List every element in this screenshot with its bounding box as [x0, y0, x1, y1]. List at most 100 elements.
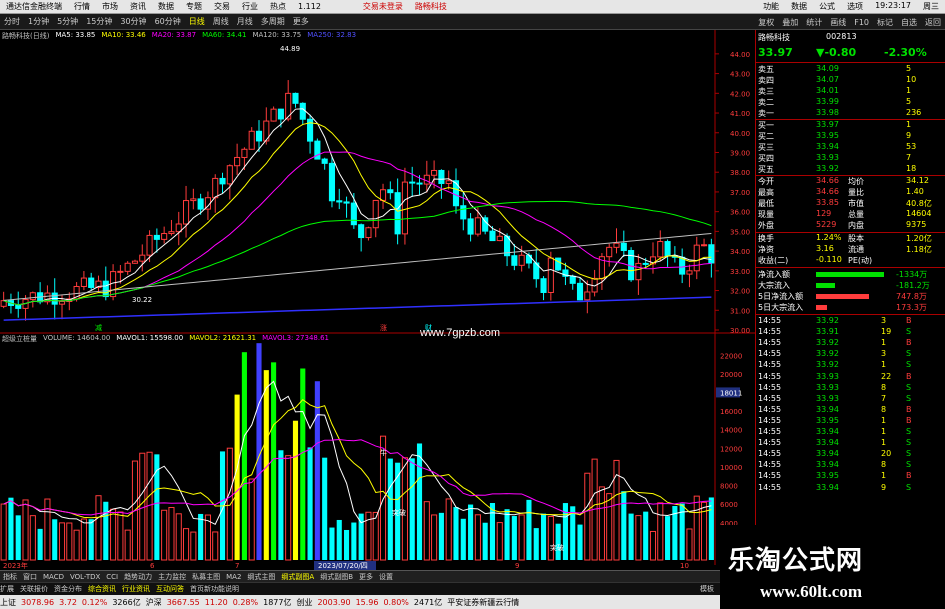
indicator-tab-2[interactable]: MACD: [40, 571, 67, 582]
tick-row-14[interactable]: 14:55 33.95 1 B: [756, 471, 945, 482]
period-button-0[interactable]: 分时: [0, 16, 24, 27]
tick-row-3[interactable]: 14:55 33.92 3 S: [756, 349, 945, 360]
flow-row-1[interactable]: 大宗流入 -181.2万: [756, 280, 945, 291]
stat2-row-0[interactable]: 换手 1.24% 股本 1.20亿: [756, 233, 945, 244]
indicator-tab-1[interactable]: 窗口: [20, 571, 40, 582]
tick-row-2[interactable]: 14:55 33.92 1 B: [756, 338, 945, 349]
period-button-5[interactable]: 60分钟: [151, 16, 185, 27]
toolbar-button-5[interactable]: 标记: [873, 17, 897, 28]
info-tab-2[interactable]: 资金分布: [54, 584, 82, 594]
login-status[interactable]: 交易未登录: [357, 1, 409, 12]
bid-row-4[interactable]: 买五 33.92 18: [756, 164, 945, 175]
indicator-tab-8[interactable]: MA2: [223, 571, 244, 582]
menu-item-2[interactable]: 市场: [96, 1, 124, 12]
toolbar-button-4[interactable]: F10: [850, 18, 873, 27]
tick-row-13[interactable]: 14:55 33.94 8 S: [756, 460, 945, 471]
period-button-1[interactable]: 1分钟: [24, 16, 53, 27]
tick-row-5[interactable]: 14:55 33.93 22 B: [756, 372, 945, 383]
stock-header[interactable]: 路畅科技 002813: [756, 32, 945, 43]
indicator-tab-11[interactable]: 纲式副图B: [317, 571, 356, 582]
tick-row-10[interactable]: 14:55 33.94 1 S: [756, 427, 945, 438]
ask-row-1[interactable]: 卖四 34.07 10: [756, 75, 945, 86]
stat-row-0[interactable]: 今开 34.66 均价 34.12: [756, 176, 945, 187]
menu-item-0[interactable]: 通达信金融终端: [0, 1, 68, 12]
tick-row-6[interactable]: 14:55 33.93 8 S: [756, 383, 945, 394]
period-button-9[interactable]: 多周期: [257, 16, 289, 27]
tick-row-9[interactable]: 14:55 33.95 1 B: [756, 416, 945, 427]
tick-row-1[interactable]: 14:55 33.91 19 S: [756, 327, 945, 338]
indicator-tab-12[interactable]: 更多: [356, 571, 376, 582]
indicator-tab-13[interactable]: 设置: [376, 571, 396, 582]
toolbar-button-7[interactable]: 返回: [921, 17, 945, 28]
period-button-10[interactable]: 更多: [289, 16, 313, 27]
tick-row-15[interactable]: 14:55 33.94 9 S: [756, 483, 945, 494]
info-tab-0[interactable]: 扩展: [0, 584, 14, 594]
info-tab-6[interactable]: 首页新功能说明: [190, 584, 239, 594]
menu-item-6[interactable]: 交易: [208, 1, 236, 12]
tick-row-4[interactable]: 14:55 33.92 1 S: [756, 360, 945, 371]
top-right-item-3[interactable]: 选项: [841, 1, 869, 12]
tick-row-7[interactable]: 14:55 33.93 7 S: [756, 394, 945, 405]
flow-row-3[interactable]: 5日大宗流入 173.3万: [756, 302, 945, 313]
stat2-row-1[interactable]: 净资 3.16 流通 1.18亿: [756, 244, 945, 255]
menu-item-8[interactable]: 热点: [264, 1, 292, 12]
indicator-tab-10[interactable]: 纲式副图A: [278, 571, 317, 582]
template-button[interactable]: 模板: [700, 584, 714, 594]
period-button-7[interactable]: 周线: [209, 16, 233, 27]
stat-row-1[interactable]: 最高 34.66 量比 1.40: [756, 187, 945, 198]
period-button-2[interactable]: 5分钟: [53, 16, 82, 27]
tick-row-11[interactable]: 14:55 33.94 1 S: [756, 438, 945, 449]
flow-row-2[interactable]: 5日净流入额 747.8万: [756, 291, 945, 302]
indicator-tab-7[interactable]: 私募主图: [189, 571, 223, 582]
kline-svg[interactable]: 44.00 43.00 42.00 41.00 40.00 39.00 38.00 37.00…: [0, 30, 755, 570]
menu-item-9[interactable]: 1.112: [292, 2, 327, 11]
ask-row-0[interactable]: 卖五 34.09 5: [756, 64, 945, 75]
top-right-item-0[interactable]: 功能: [757, 1, 785, 12]
toolbar-button-2[interactable]: 统计: [802, 17, 826, 28]
period-button-4[interactable]: 30分钟: [116, 16, 150, 27]
indicator-tab-6[interactable]: 主力监控: [155, 571, 189, 582]
indicator-tab-9[interactable]: 纲式主图: [244, 571, 278, 582]
kline-chart-area[interactable]: 44.00 43.00 42.00 41.00 40.00 39.00 38.00 37.00…: [0, 30, 755, 570]
stat-row-2[interactable]: 最低 33.85 市值 40.8亿: [756, 198, 945, 209]
indicator-tab-3[interactable]: VOL-TDX: [67, 571, 103, 582]
info-tab-1[interactable]: 关联报价: [20, 584, 48, 594]
toolbar-button-3[interactable]: 画线: [826, 17, 850, 28]
menu-item-7[interactable]: 行业: [236, 1, 264, 12]
toolbar-button-1[interactable]: 叠加: [778, 17, 802, 28]
event-marker-1[interactable]: 涨: [380, 323, 387, 332]
event-marker-0[interactable]: 减: [95, 323, 102, 332]
toolbar-button-6[interactable]: 自选: [897, 17, 921, 28]
info-tab-3[interactable]: 综合资讯: [88, 584, 116, 594]
ask-row-2[interactable]: 卖三 34.01 1: [756, 86, 945, 97]
bid-row-3[interactable]: 买四 33.93 7: [756, 153, 945, 164]
flow-row-0[interactable]: 净流入额 -1334万: [756, 269, 945, 280]
top-right-item-1[interactable]: 数据: [785, 1, 813, 12]
menu-item-4[interactable]: 数据: [152, 1, 180, 12]
period-button-6[interactable]: 日线: [185, 16, 209, 27]
tick-row-8[interactable]: 14:55 33.94 8 B: [756, 405, 945, 416]
indicator-tab-4[interactable]: CCI: [103, 571, 121, 582]
stat-row-4[interactable]: 外盘 5229 内盘 9375: [756, 220, 945, 231]
stat2-row-2[interactable]: 收益(二) -0.110 PE(动): [756, 255, 945, 266]
stat-row-3[interactable]: 现量 129 总量 14604: [756, 209, 945, 220]
tick-row-0[interactable]: 14:55 33.92 3 B: [756, 316, 945, 327]
bid-row-2[interactable]: 买三 33.94 53: [756, 142, 945, 153]
period-button-8[interactable]: 月线: [233, 16, 257, 27]
indicator-tab-0[interactable]: 指标: [0, 571, 20, 582]
tick-row-12[interactable]: 14:55 33.94 20 S: [756, 449, 945, 460]
menu-item-3[interactable]: 资讯: [124, 1, 152, 12]
ask-row-3[interactable]: 卖二 33.99 5: [756, 97, 945, 108]
info-tab-5[interactable]: 互动问答: [156, 584, 184, 594]
menu-item-1[interactable]: 行情: [68, 1, 96, 12]
top-right-item-2[interactable]: 公式: [813, 1, 841, 12]
bid-row-1[interactable]: 买二 33.95 9: [756, 131, 945, 142]
info-tab-4[interactable]: 行业资讯: [122, 584, 150, 594]
period-button-3[interactable]: 15分钟: [82, 16, 116, 27]
menu-item-5[interactable]: 专题: [180, 1, 208, 12]
bid-row-0[interactable]: 买一 33.97 1: [756, 120, 945, 131]
current-stock-tab[interactable]: 路畅科技: [409, 1, 453, 12]
ask-row-4[interactable]: 卖一 33.98 236: [756, 108, 945, 119]
toolbar-button-0[interactable]: 复权: [754, 17, 778, 28]
indicator-tab-5[interactable]: 趋势动力: [121, 571, 155, 582]
